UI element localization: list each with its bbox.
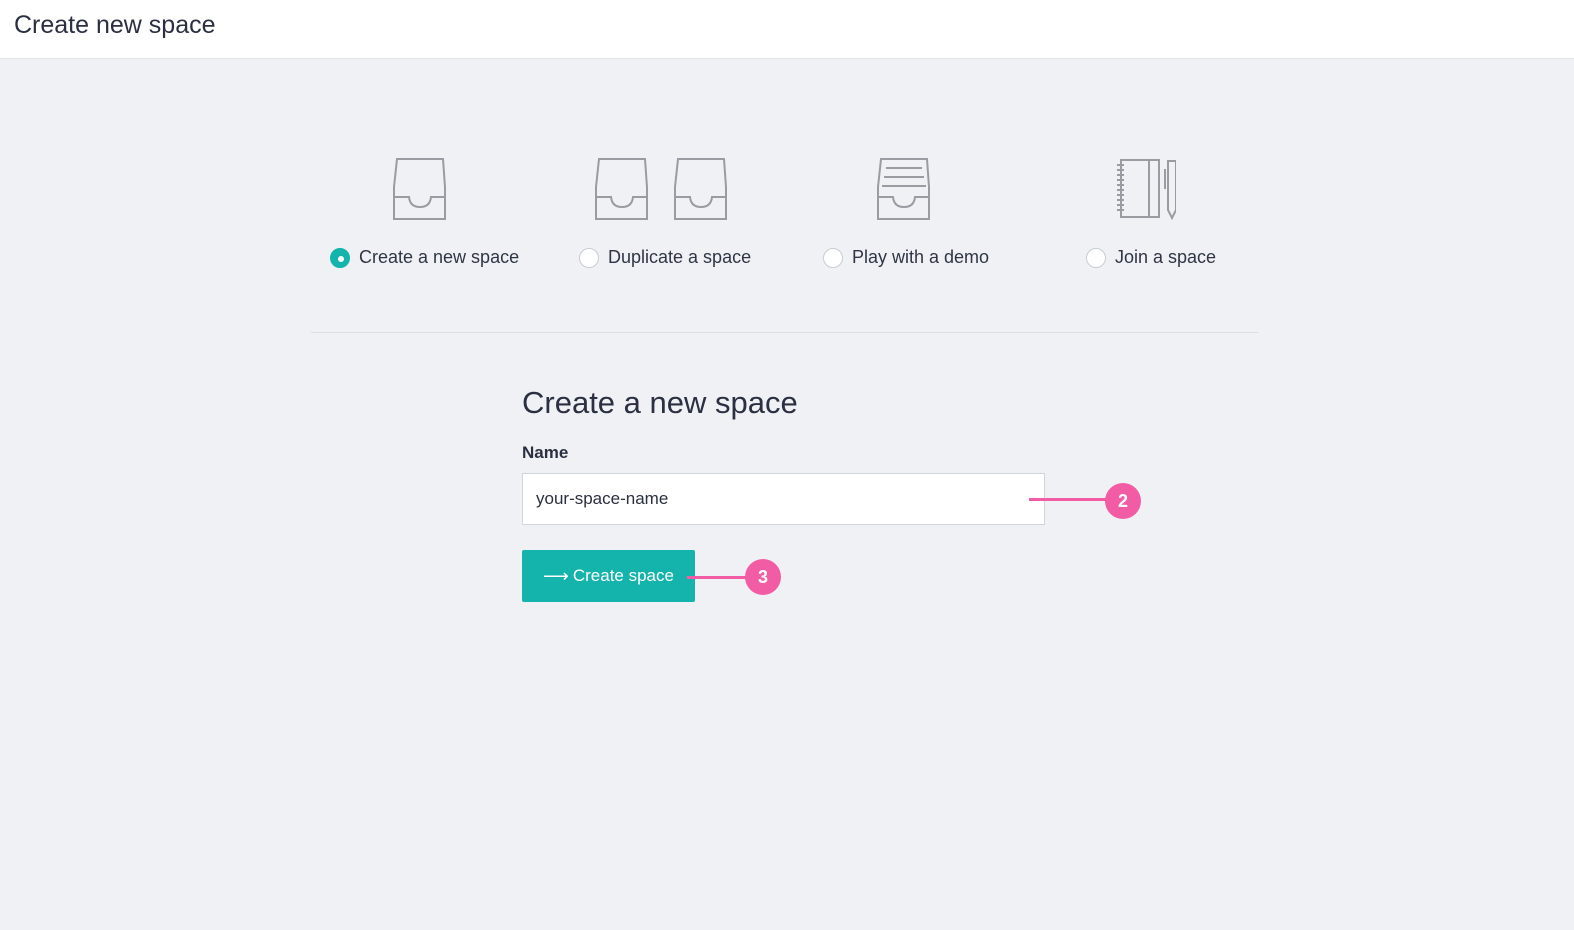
option-create-new-space[interactable]: Create a new space <box>330 155 530 275</box>
name-label: Name <box>522 443 569 462</box>
name-input[interactable] <box>522 473 1045 525</box>
callout-badge-2: 2 <box>1105 483 1141 519</box>
callout-line-2 <box>1029 498 1109 501</box>
radio-create-new-space[interactable]: Create a new space <box>330 247 519 268</box>
radio-play-demo[interactable]: Play with a demo <box>823 247 989 268</box>
space-options: Create a new space Duplicate a space Pla… <box>0 0 1574 300</box>
option-label: Join a space <box>1115 247 1217 267</box>
option-duplicate-space[interactable]: Duplicate a space <box>579 155 779 275</box>
radio-duplicate-space[interactable]: Duplicate a space <box>579 247 751 268</box>
section-divider <box>311 332 1258 333</box>
option-label: Duplicate a space <box>608 247 752 267</box>
notebook-pencil-icon <box>1116 155 1177 226</box>
radio-button[interactable] <box>1086 247 1106 268</box>
option-label: Play with a demo <box>852 247 990 267</box>
radio-join-space[interactable]: Join a space <box>1086 247 1216 268</box>
callout-badge-3: 3 <box>745 559 781 595</box>
radio-button[interactable] <box>823 247 843 268</box>
double-inbox-tray-icon <box>594 155 734 226</box>
radio-button-selected[interactable] <box>330 247 350 268</box>
callout-line-3 <box>687 576 749 579</box>
option-label: Create a new space <box>359 247 520 267</box>
option-play-demo[interactable]: Play with a demo <box>823 155 1023 275</box>
create-space-button[interactable]: ⟶ Create space <box>522 550 695 602</box>
create-space-label: Create space <box>572 566 674 585</box>
arrow-right-icon: ⟶ <box>543 565 569 586</box>
filled-inbox-tray-icon <box>876 155 932 226</box>
form-heading: Create a new space <box>522 385 798 420</box>
option-join-space[interactable]: Join a space <box>1086 155 1286 275</box>
radio-button[interactable] <box>579 247 599 268</box>
inbox-tray-icon <box>392 155 448 226</box>
